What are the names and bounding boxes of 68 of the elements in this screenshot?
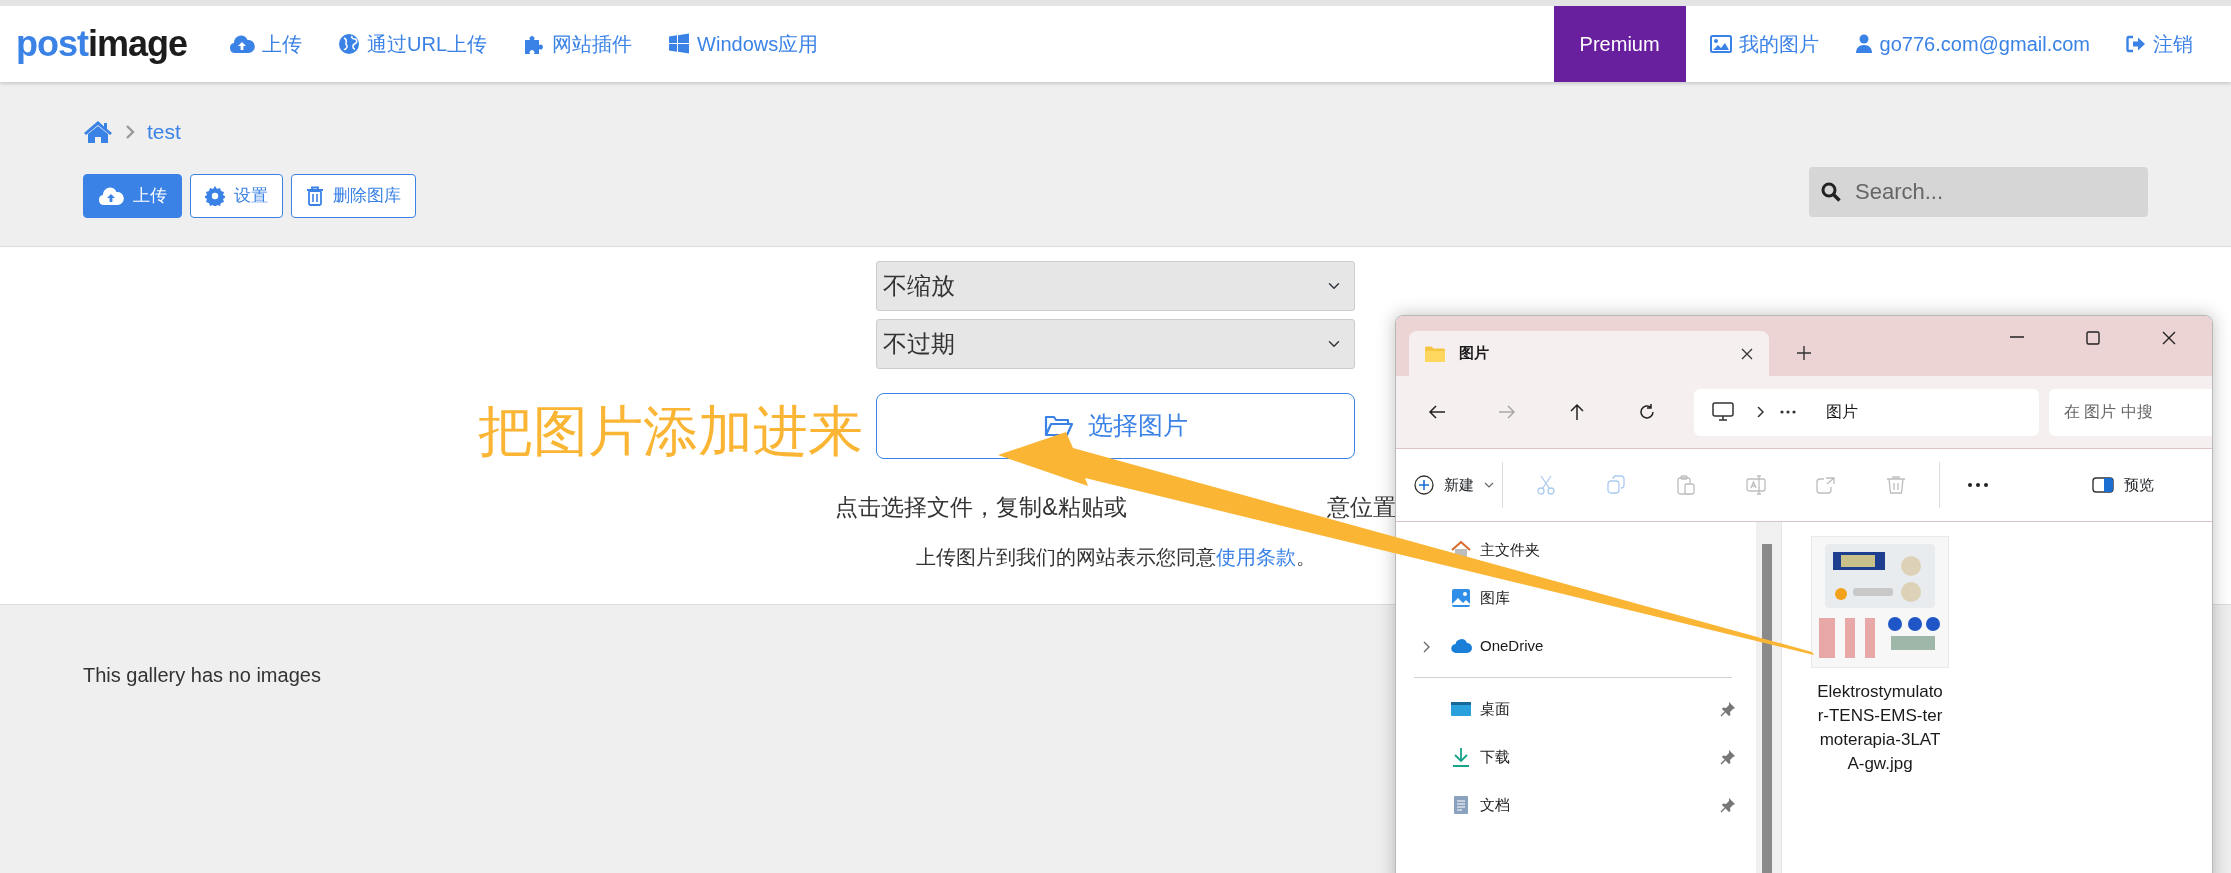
nav-item[interactable]: OneDrive: [1480, 634, 1544, 658]
search-field[interactable]: 在 图片 中搜: [2049, 388, 2212, 436]
premium-button[interactable]: Premium: [1553, 6, 1686, 82]
nav-item[interactable]: 文档: [1480, 793, 1510, 817]
folder-icon: [1043, 414, 1074, 438]
puzzle-icon: [523, 33, 546, 55]
chevron-icon: [1756, 406, 1764, 418]
monitor-icon: [1712, 402, 1734, 422]
empty-message: This gallery has no images: [83, 663, 322, 688]
tab-title: 图片: [1459, 343, 1489, 364]
globe-icon: [338, 33, 361, 55]
more-icon: [1780, 410, 1796, 414]
nav-link[interactable]: Windows应用: [650, 6, 837, 82]
search-icon: [1821, 182, 1841, 202]
terms-link[interactable]: 使用条款: [1215, 546, 1296, 568]
gallery-icon: [1450, 587, 1472, 609]
nav-link[interactable]: 注销: [2108, 6, 2211, 82]
select-field[interactable]: 不缩放: [876, 261, 1355, 311]
cloud-upload-icon: [229, 34, 256, 54]
scrollbar[interactable]: [1756, 522, 1781, 873]
plus-circle-icon: [1414, 475, 1434, 495]
nav-item[interactable]: 主文件夹: [1480, 538, 1540, 562]
nav-link[interactable]: 网站插件: [505, 6, 651, 82]
window-tab[interactable]: 图片: [1409, 331, 1769, 376]
up-arrow-icon[interactable]: [1568, 403, 1586, 421]
select-field[interactable]: 不过期: [876, 319, 1355, 369]
terms-text: 上传图片到我们的网站表示您同意使用条款。: [915, 545, 1316, 570]
nav-item[interactable]: 桌面: [1480, 697, 1510, 721]
instruction-text: 点击选择文件，复制&粘贴或: [835, 496, 1127, 519]
download-icon: [1450, 746, 1472, 768]
address-bar[interactable]: 图片: [1694, 388, 2039, 436]
instruction-text: 意位置: [1326, 496, 1396, 519]
choose-image-button[interactable]: 选择图片: [876, 393, 1355, 459]
new-button[interactable]: 新建: [1414, 473, 1494, 497]
refresh-icon[interactable]: [1638, 403, 1656, 421]
caret-icon: [1484, 482, 1494, 488]
close-icon[interactable]: [2161, 330, 2177, 346]
nav-link[interactable]: 我的图片: [1691, 6, 1837, 82]
windows-icon: [668, 33, 691, 55]
toolbar-button[interactable]: 设置: [190, 174, 283, 218]
chevron-icon[interactable]: [1422, 640, 1430, 653]
logo[interactable]: postimage: [16, 26, 188, 62]
search-field[interactable]: Search...: [1809, 167, 2148, 217]
plus-icon[interactable]: [1797, 346, 1811, 360]
sign-out-icon: [2126, 35, 2146, 53]
back-arrow-icon[interactable]: [1428, 403, 1446, 421]
trash-icon: [306, 186, 324, 206]
home-icon[interactable]: [83, 120, 113, 144]
image-icon: [1709, 35, 1732, 53]
nav-link[interactable]: go776.com@gmail.com: [1836, 6, 2108, 82]
file-name: Elektrostymulator-TENS-EMS-termoterapia-3LATA-gw.jpg: [1816, 681, 1944, 775]
preview-button[interactable]: 预览: [2092, 473, 2154, 497]
maximize-icon[interactable]: [2085, 330, 2101, 346]
close-icon[interactable]: [1741, 347, 1753, 360]
nav-item[interactable]: 下载: [1480, 745, 1510, 769]
gear-icon: [205, 186, 225, 206]
nav-link[interactable]: 通过URL上传: [320, 6, 506, 82]
nav-item[interactable]: 图库: [1480, 586, 1510, 610]
cloud-upload-icon: [98, 186, 124, 206]
chevron-icon: [125, 124, 135, 140]
upload-button[interactable]: 上传: [83, 174, 182, 218]
more-icon[interactable]: [1968, 483, 1988, 487]
nav-link[interactable]: 上传: [211, 6, 321, 82]
user-icon: [1854, 34, 1873, 54]
folder-icon: [1425, 345, 1445, 362]
toolbar-button[interactable]: 删除图库: [291, 174, 416, 218]
annotation-text: 把图片添加进来: [478, 404, 863, 459]
preview-pane-icon: [2092, 477, 2114, 493]
